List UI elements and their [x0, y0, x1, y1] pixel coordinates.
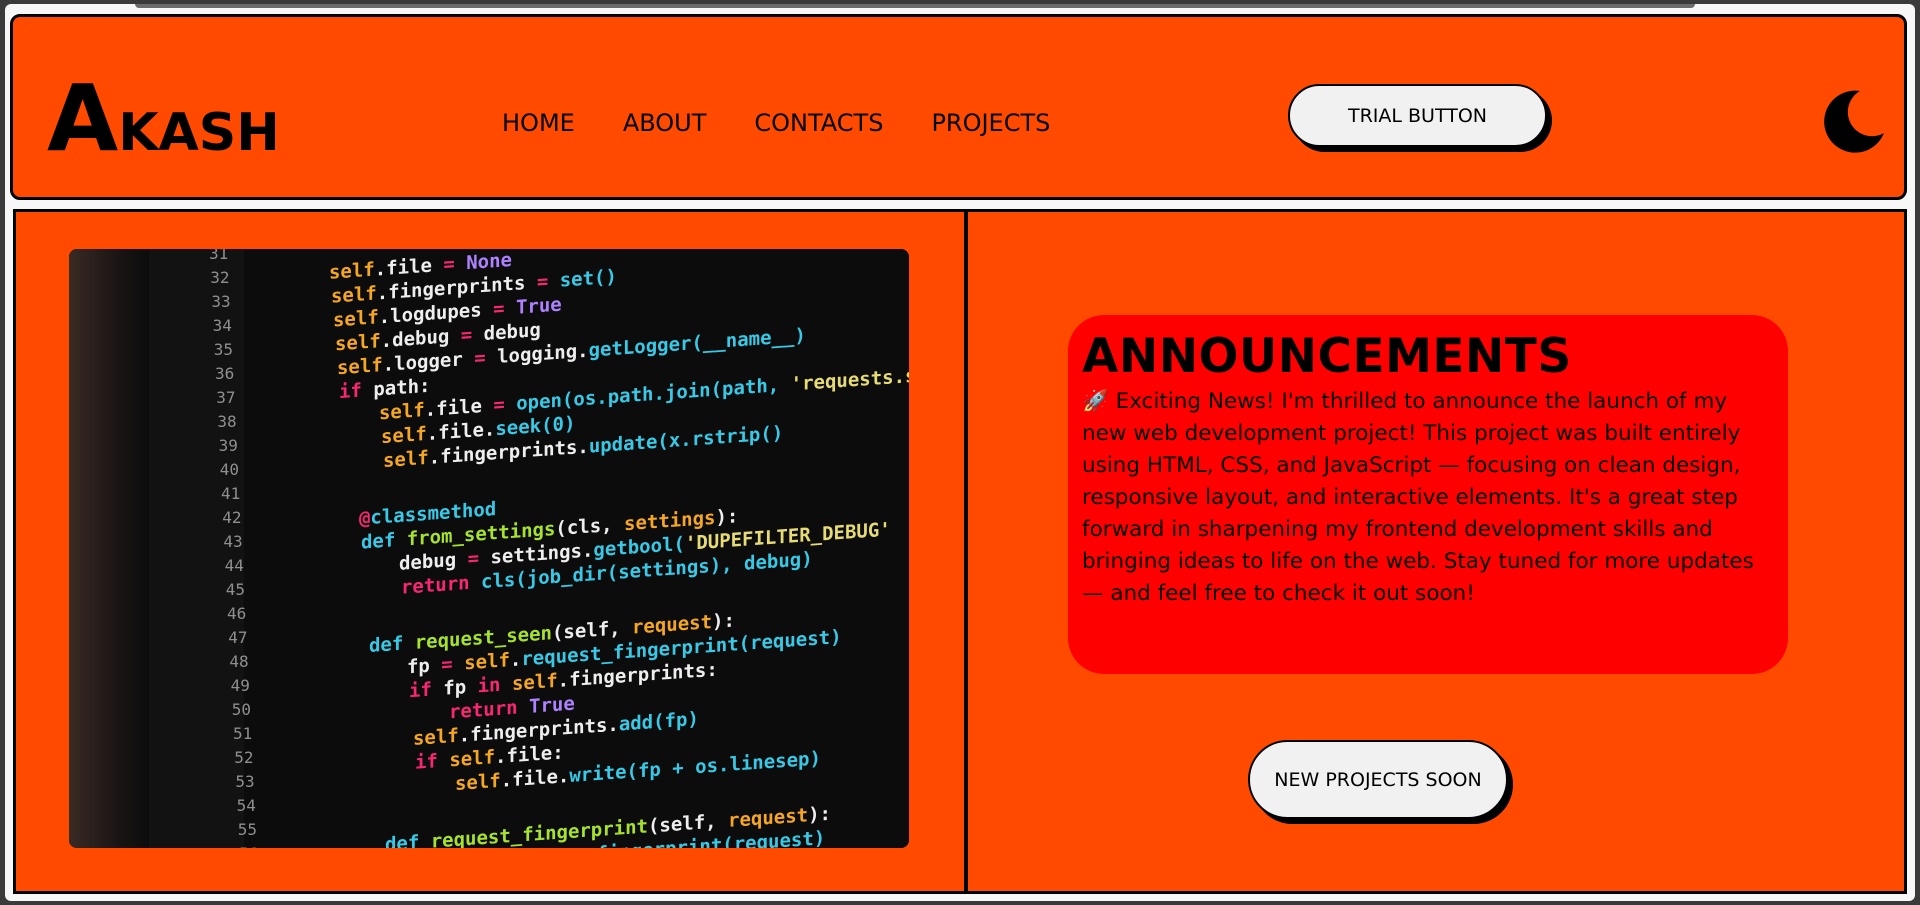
- site-header: AKASH HOME ABOUT CONTACTS PROJECTS TRIAL…: [10, 14, 1907, 200]
- code-line-number: 52: [234, 748, 253, 767]
- nav-home[interactable]: HOME: [502, 109, 575, 137]
- code-line-number: 35: [214, 340, 233, 359]
- code-line-number: 53: [235, 772, 254, 791]
- nav-projects[interactable]: PROJECTS: [931, 109, 1050, 137]
- code-line-number: 32: [210, 268, 229, 287]
- main-section: 31 32 33 34 35 36 37 38 39 40 41 42 43 44 45 46 47 48 49 50…: [13, 209, 1907, 894]
- announcement-title: ANNOUNCEMENTS: [1082, 329, 1572, 384]
- code-line-number: 31: [209, 249, 228, 263]
- new-projects-button[interactable]: NEW PROJECTS SOON: [1248, 740, 1508, 819]
- code-line-number: 51: [233, 724, 252, 743]
- code-line-number: 54: [237, 796, 256, 815]
- code-line-number: 40: [220, 460, 239, 479]
- window-top-strip: [135, 4, 1695, 8]
- code-line-number: 37: [216, 388, 235, 407]
- site-logo[interactable]: AKASH: [47, 73, 280, 165]
- code-line-number: 42: [222, 508, 241, 527]
- code-line-number: 44: [225, 556, 244, 575]
- code-line-number: 36: [215, 364, 234, 383]
- code-line-number: 49: [231, 676, 250, 695]
- code-line-number: 43: [223, 532, 242, 551]
- section-divider: [964, 212, 968, 891]
- code-line-number: 50: [232, 700, 251, 719]
- code-line-number: 46: [227, 604, 246, 623]
- code-line-number: 41: [221, 484, 240, 503]
- announcement-card: ANNOUNCEMENTS 🚀 Exciting News! I'm thril…: [1068, 315, 1788, 674]
- code-line-number: 56: [239, 844, 258, 848]
- code-line-number: 38: [217, 412, 236, 431]
- browser-window: AKASH HOME ABOUT CONTACTS PROJECTS TRIAL…: [5, 4, 1915, 901]
- nav-contacts[interactable]: CONTACTS: [754, 109, 883, 137]
- logo-initial: A: [47, 65, 119, 172]
- announcement-body: 🚀 Exciting News! I'm thrilled to announc…: [1082, 389, 1754, 606]
- main-nav: HOME ABOUT CONTACTS PROJECTS: [502, 109, 1050, 137]
- nav-about[interactable]: ABOUT: [623, 109, 707, 137]
- code-line-number: 34: [213, 316, 232, 335]
- code-line-number: 39: [219, 436, 238, 455]
- code-line-number: 33: [211, 292, 230, 311]
- moon-icon[interactable]: [1820, 87, 1888, 155]
- code-line-number: 45: [226, 580, 245, 599]
- trial-button[interactable]: TRIAL BUTTON: [1288, 84, 1547, 147]
- logo-rest: KASH: [118, 103, 280, 163]
- code-line-number: 47: [228, 628, 247, 647]
- code-line-number: 55: [238, 820, 257, 839]
- code-line-number: 48: [229, 652, 248, 671]
- code-screenshot-image: 31 32 33 34 35 36 37 38 39 40 41 42 43 44 45 46 47 48 49 50…: [69, 249, 909, 848]
